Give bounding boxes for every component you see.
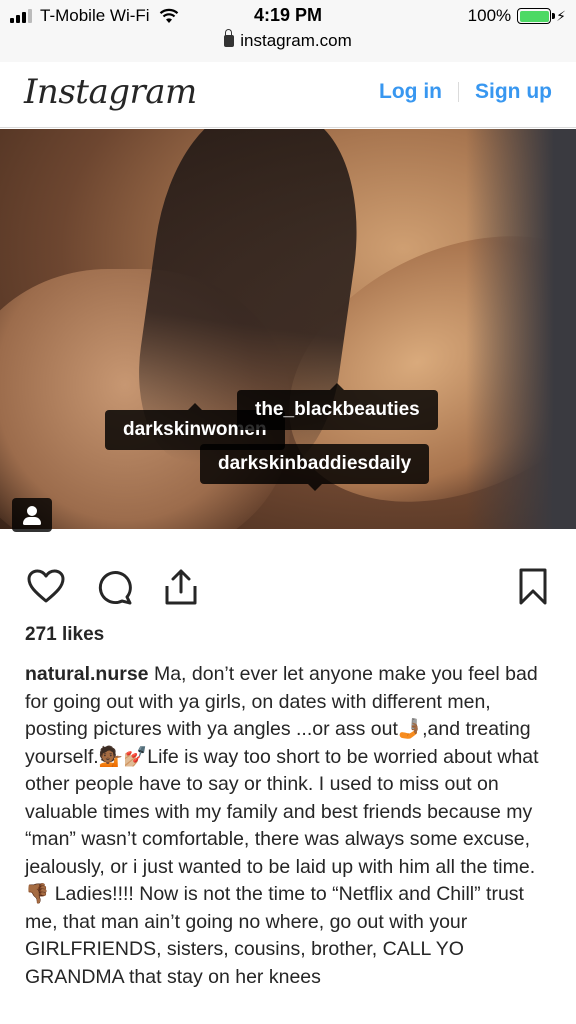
battery-percent: 100%	[467, 6, 512, 25]
person-icon[interactable]	[12, 498, 52, 532]
likes-count: 271 likes	[25, 624, 105, 645]
caption-text: Ma, don’t ever let anyone make you feel …	[25, 663, 539, 988]
comment-icon[interactable]	[96, 568, 134, 606]
user-tag-darkskinbaddiesdaily[interactable]: darkskinbaddiesdaily	[200, 444, 430, 491]
user-tag-the-blackbeauties[interactable]: the_blackbeauties	[237, 383, 438, 430]
site-header: Instagram Log in Sign up	[0, 62, 576, 128]
auth-links: Log in Sign up	[379, 80, 552, 104]
signup-link[interactable]: Sign up	[475, 80, 552, 104]
caption-username[interactable]: natural.nurse	[25, 663, 149, 685]
lock-icon	[224, 29, 235, 47]
login-link[interactable]: Log in	[379, 80, 442, 104]
battery-icon	[517, 8, 556, 24]
bookmark-icon[interactable]	[518, 568, 548, 606]
status-bar: T-Mobile Wi-Fi 4:19 PM 100% ⚡ instagram.…	[0, 0, 576, 62]
share-icon[interactable]	[162, 568, 200, 606]
heart-icon[interactable]	[26, 568, 66, 604]
post-actions	[0, 560, 576, 612]
charging-icon: ⚡	[556, 7, 566, 24]
url-text: instagram.com	[240, 31, 352, 50]
address-bar[interactable]: instagram.com	[0, 29, 576, 51]
instagram-logo[interactable]: Instagram	[24, 72, 197, 112]
post-caption: natural.nurse Ma, don’t ever let anyone …	[25, 661, 555, 991]
battery-info: 100% ⚡	[468, 6, 566, 26]
divider	[458, 82, 459, 102]
